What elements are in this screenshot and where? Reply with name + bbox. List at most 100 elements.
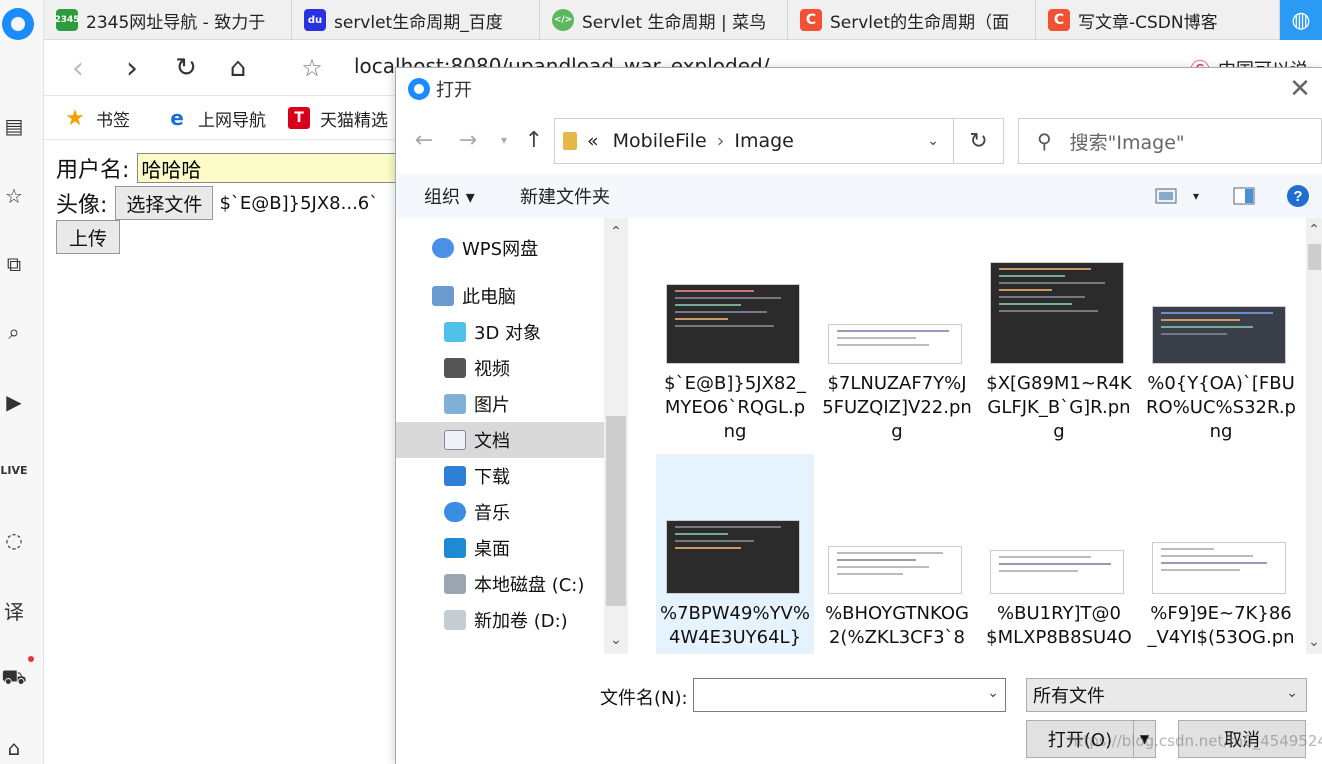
chat-icon[interactable]: ◌	[0, 526, 28, 554]
forward-icon[interactable]: ›	[114, 50, 150, 86]
scroll-up-icon[interactable]: ⌃	[604, 220, 628, 244]
app-logo-icon	[408, 78, 430, 100]
home-icon[interactable]: ⌂	[220, 50, 256, 86]
baidu-icon: du	[304, 9, 326, 31]
file-tile[interactable]: %BU1RY]T@0$MLXP8B8SU4O	[980, 454, 1138, 654]
briefcase-icon[interactable]: ⌂	[0, 734, 28, 762]
file-thumbnail	[666, 520, 800, 594]
music-icon	[444, 502, 466, 522]
scroll-down-icon[interactable]: ⌄	[604, 628, 628, 652]
scroll-down-icon[interactable]: ⌄	[1302, 630, 1322, 654]
document-icon	[444, 430, 466, 450]
reader-book-icon[interactable]: ⧉	[0, 250, 28, 278]
drive-icon	[444, 610, 466, 630]
path-bar[interactable]: « MobileFile › Image ⌄	[554, 118, 954, 164]
tree-label: 3D 对象	[474, 323, 542, 344]
tab-csdn-servlet[interactable]: C Servlet的生命周期（面	[788, 0, 1036, 40]
tree-scrollbar[interactable]: ⌃ ⌄	[604, 218, 628, 654]
page-content: 用户名: 头像: 选择文件 $`E@B]}5JX8...6` 上传	[44, 140, 398, 764]
favorites-star-icon[interactable]: ☆	[0, 182, 28, 210]
search-field[interactable]: ⚲ 搜索"Image"	[1018, 118, 1322, 164]
star-icon: ★	[65, 105, 85, 131]
filename-label: 文件名(N):	[600, 688, 688, 709]
up-arrow-icon[interactable]: ↑	[520, 126, 548, 154]
video-play-icon[interactable]: ▶	[0, 388, 28, 416]
tree-label: 视频	[474, 359, 510, 380]
organize-menu[interactable]: 组织 ▾	[424, 182, 475, 210]
file-tile[interactable]: %BHOYGTNKOG2(%ZKL3CF3`8	[818, 454, 976, 654]
path-segment-image[interactable]: Image	[734, 130, 794, 152]
tree-label: 音乐	[474, 503, 510, 524]
username-input[interactable]	[137, 153, 398, 183]
tree-scroll-thumb[interactable]	[606, 416, 626, 606]
bookmark-label: 上网导航	[198, 110, 266, 131]
drive-icon	[444, 574, 466, 594]
upload-button[interactable]: 上传	[56, 220, 120, 254]
cube-icon	[444, 322, 466, 342]
tab-runoob[interactable]: </> Servlet 生命周期 | 菜鸟	[540, 0, 788, 40]
preview-pane-icon[interactable]	[1232, 184, 1256, 208]
tree-item-drive-d[interactable]: 新加卷 (D:)	[396, 602, 604, 638]
path-dropdown-icon[interactable]: ⌄	[927, 133, 939, 149]
tree-item-wps[interactable]: WPS网盘	[396, 230, 604, 266]
reload-icon[interactable]: ↻	[168, 50, 204, 86]
file-tile[interactable]: $7LNUZAF7Y%J5FUZQIZ]V22.png	[818, 234, 976, 444]
file-tile[interactable]: $`E@B]}5JX82_MYEO6`RQGL.png	[656, 234, 814, 444]
refresh-icon[interactable]: ↻	[954, 118, 1004, 164]
forward-arrow-icon[interactable]: →	[454, 126, 482, 154]
tree-item-music[interactable]: 音乐	[396, 494, 604, 530]
view-dropdown-icon[interactable]: ▾	[1184, 184, 1208, 208]
scroll-up-icon[interactable]: ⌃	[1302, 218, 1322, 242]
tab-baidu[interactable]: du servlet生命周期_百度	[292, 0, 540, 40]
computer-icon	[432, 286, 454, 306]
file-name: $7LNUZAF7Y%J5FUZQIZ]V22.png	[822, 373, 972, 442]
file-tile[interactable]: %0{Y{OA)`[FBURO%UC%S32R.png	[1142, 234, 1300, 444]
tree-item-videos[interactable]: 视频	[396, 350, 604, 386]
bookmark-star-icon[interactable]: ☆	[294, 50, 330, 86]
help-icon[interactable]: ?	[1286, 184, 1310, 208]
tree-item-desktop[interactable]: 桌面	[396, 530, 604, 566]
notification-dot	[28, 656, 34, 662]
live-icon[interactable]: LIVE	[0, 456, 28, 484]
browser-logo-icon[interactable]	[2, 8, 34, 40]
tree-item-drive-c[interactable]: 本地磁盘 (C:)	[396, 566, 604, 602]
globe-icon[interactable]: ◍	[1280, 0, 1322, 40]
recent-dropdown-icon[interactable]: ▾	[490, 126, 518, 154]
file-thumbnail	[1152, 306, 1286, 364]
translate-icon[interactable]: 译	[0, 596, 28, 624]
path-segment-mobilefile[interactable]: MobileFile	[613, 130, 707, 152]
tab-csdn-write[interactable]: C 写文章-CSDN博客	[1036, 0, 1280, 40]
view-options-icon[interactable]	[1154, 184, 1178, 208]
tab-2345[interactable]: 2345 2345网址导航 - 致力于	[44, 0, 292, 40]
choose-file-button[interactable]: 选择文件	[115, 186, 214, 220]
bookmark-tmall[interactable]: T 天猫精选	[288, 104, 388, 132]
news-icon[interactable]: ▤	[0, 112, 28, 140]
file-grid-scrollbar[interactable]: ⌃ ⌄	[1306, 218, 1322, 654]
file-type-select[interactable]: 所有文件 ⌄	[1026, 678, 1307, 712]
back-icon[interactable]: ‹	[60, 50, 96, 86]
new-folder-button[interactable]: 新建文件夹	[520, 182, 610, 210]
tree-item-3d-objects[interactable]: 3D 对象	[396, 314, 604, 350]
folder-icon	[563, 132, 577, 150]
ie-icon: e	[170, 106, 184, 130]
path-overflow[interactable]: «	[587, 130, 599, 152]
search-icon[interactable]: ⌕	[0, 318, 28, 346]
tree-item-downloads[interactable]: 下载	[396, 458, 604, 494]
file-type-value: 所有文件	[1033, 686, 1105, 707]
file-tile[interactable]: %F9]9E~7K}86_V4YI$(53OG.pn	[1142, 454, 1300, 654]
chevron-down-icon[interactable]: ⌄	[987, 685, 999, 701]
filename-input[interactable]: ⌄	[693, 678, 1006, 712]
tree-item-this-pc[interactable]: 此电脑	[396, 278, 604, 314]
file-tile[interactable]: %7BPW49%YV%4W4E3UY64L}	[656, 454, 814, 654]
file-tile[interactable]: $X[G89M1~R4KGLFJK_B`G]R.png	[980, 234, 1138, 444]
grid-scroll-thumb[interactable]	[1308, 244, 1321, 270]
close-icon[interactable]: ✕	[1283, 72, 1317, 106]
browser-sidebar: ▤ ☆ ⧉ ⌕ ▶ LIVE ◌ 译 ⛟ ⌂	[0, 0, 44, 764]
cart-icon[interactable]: ⛟	[0, 664, 28, 692]
tree-item-documents[interactable]: 文档	[396, 422, 604, 458]
back-arrow-icon[interactable]: ←	[410, 126, 438, 154]
tree-item-pictures[interactable]: 图片	[396, 386, 604, 422]
bookmark-nav[interactable]: e 上网导航	[166, 104, 266, 132]
bookmarks-item[interactable]: ★ 书签	[64, 104, 130, 132]
file-name: $X[G89M1~R4KGLFJK_B`G]R.png	[986, 373, 1132, 442]
